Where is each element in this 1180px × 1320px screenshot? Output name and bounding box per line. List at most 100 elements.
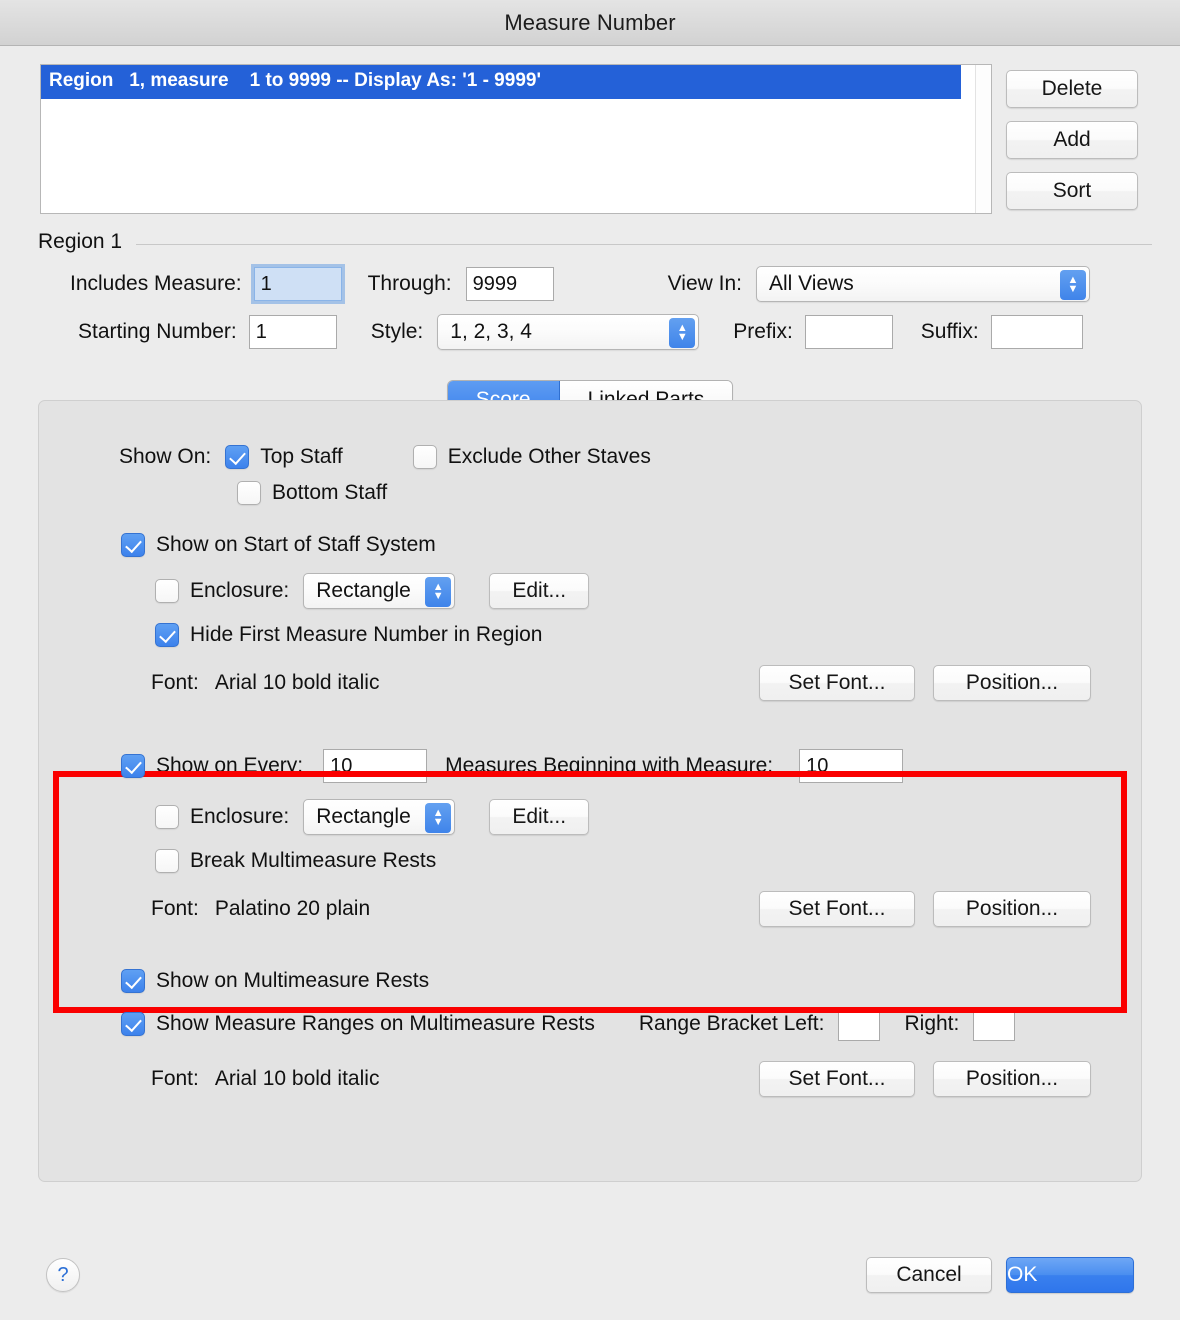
style-value: 1, 2, 3, 4 bbox=[450, 320, 532, 343]
view-in-value: All Views bbox=[768, 272, 854, 295]
hide-first-measure-row: Hide First Measure Number in Region bbox=[39, 623, 1141, 647]
range-bracket-right-input[interactable] bbox=[973, 1007, 1016, 1041]
multimeasure-font-value: Arial 10 bold italic bbox=[214, 1067, 380, 1090]
show-on-every-input[interactable]: 10 bbox=[323, 749, 428, 783]
chevron-updown-icon[interactable]: ▲ ▼ bbox=[1059, 270, 1086, 300]
score-settings-panel: Show On: Top Staff Exclude Other Staves … bbox=[38, 400, 1142, 1182]
checkbox-show-on-multimeasure-rests[interactable] bbox=[121, 969, 145, 993]
add-button[interactable]: Add bbox=[1006, 121, 1138, 159]
region-group-label: Region 1 bbox=[38, 230, 123, 253]
prefix-input[interactable] bbox=[804, 315, 893, 349]
region-row-2: Starting Number: 1 Style: 1, 2, 3, 4 ▲ ▼ … bbox=[0, 314, 1180, 350]
region-row-1: Includes Measure: 1 Through: 9999 View I… bbox=[0, 264, 1180, 304]
help-icon[interactable]: ? bbox=[46, 1258, 80, 1292]
edit-enclosure-every-button[interactable]: Edit... bbox=[489, 799, 590, 835]
through-input[interactable]: 9999 bbox=[465, 267, 554, 301]
every-font-label: Font: bbox=[151, 897, 199, 920]
every-enclosure-row: Enclosure: Rectangle ▲ ▼ Edit... bbox=[39, 799, 1141, 835]
show-measure-ranges-label: Show Measure Ranges on Multimeasure Rest… bbox=[156, 1012, 595, 1035]
starting-number-input[interactable]: 1 bbox=[248, 315, 337, 349]
sort-button[interactable]: Sort bbox=[1006, 172, 1138, 210]
region-listbox[interactable]: Region 1, measure 1 to 9999 -- Display A… bbox=[40, 64, 992, 214]
checkbox-enclosure-start[interactable] bbox=[155, 579, 179, 603]
checkbox-bottom-staff[interactable] bbox=[237, 481, 261, 505]
start-font-value: Arial 10 bold italic bbox=[214, 671, 380, 694]
range-bracket-right-label: Right: bbox=[904, 1012, 960, 1035]
dialog-footer: ? Cancel OK bbox=[0, 1230, 1180, 1320]
show-on-multimeasure-label: Show on Multimeasure Rests bbox=[156, 969, 430, 992]
top-staff-label: Top Staff bbox=[260, 445, 343, 468]
range-bracket-left-input[interactable] bbox=[838, 1007, 881, 1041]
enclosure-start-select[interactable]: Rectangle ▲ ▼ bbox=[303, 573, 456, 609]
chevron-updown-icon[interactable]: ▲ ▼ bbox=[425, 803, 452, 833]
group-divider bbox=[136, 243, 1152, 245]
every-font-row: Font: Palatino 20 plain Set Font... Posi… bbox=[39, 891, 1141, 927]
bottom-staff-label: Bottom Staff bbox=[272, 481, 388, 504]
edit-enclosure-start-button[interactable]: Edit... bbox=[489, 573, 590, 609]
measure-number-dialog: Measure Number Region 1, measure 1 to 99… bbox=[0, 0, 1180, 1320]
show-on-every-row: Show on Every: 10 Measures Beginning wit… bbox=[39, 749, 1141, 783]
start-font-row: Font: Arial 10 bold italic Set Font... P… bbox=[39, 665, 1141, 701]
position-every-button[interactable]: Position... bbox=[933, 891, 1091, 927]
checkbox-top-staff[interactable] bbox=[225, 445, 250, 469]
checkbox-break-multimeasure-rests[interactable] bbox=[155, 849, 179, 873]
style-label: Style: bbox=[370, 320, 424, 343]
enclosure-every-select[interactable]: Rectangle ▲ ▼ bbox=[303, 799, 456, 835]
show-on-multimeasure-row: Show on Multimeasure Rests bbox=[39, 969, 1141, 993]
bottom-staff-row: Bottom Staff bbox=[39, 481, 1141, 505]
suffix-input[interactable] bbox=[990, 315, 1083, 349]
range-bracket-left-label: Range Bracket Left: bbox=[638, 1012, 825, 1035]
suffix-label: Suffix: bbox=[920, 320, 979, 343]
start-font-label: Font: bbox=[151, 671, 199, 694]
view-in-label: View In: bbox=[667, 272, 742, 295]
start-of-staff-system-row: Show on Start of Staff System bbox=[39, 533, 1141, 557]
checkbox-show-on-every[interactable] bbox=[121, 754, 145, 778]
window-titlebar: Measure Number bbox=[0, 0, 1180, 46]
position-multimeasure-button[interactable]: Position... bbox=[933, 1061, 1091, 1097]
exclude-other-staves-label: Exclude Other Staves bbox=[447, 445, 651, 468]
window-title: Measure Number bbox=[504, 9, 676, 35]
footer-buttons: Cancel OK bbox=[866, 1257, 1134, 1293]
enclosure-start-label: Enclosure: bbox=[190, 579, 290, 602]
view-in-select[interactable]: All Views ▲ ▼ bbox=[755, 266, 1090, 302]
enclosure-every-value: Rectangle bbox=[316, 805, 411, 828]
checkbox-exclude-other-staves[interactable] bbox=[412, 445, 437, 469]
beginning-with-measure-input[interactable]: 10 bbox=[799, 749, 904, 783]
region-list-buttons: Delete Add Sort bbox=[1006, 64, 1138, 210]
break-multimeasure-label: Break Multimeasure Rests bbox=[190, 849, 437, 872]
checkbox-enclosure-every[interactable] bbox=[155, 805, 179, 829]
list-item[interactable]: Region 1, measure 1 to 9999 -- Display A… bbox=[41, 65, 961, 99]
show-ranges-row: Show Measure Ranges on Multimeasure Rest… bbox=[39, 1007, 1141, 1041]
set-font-multimeasure-button[interactable]: Set Font... bbox=[759, 1061, 915, 1097]
includes-measure-input[interactable]: 1 bbox=[250, 264, 345, 304]
checkbox-show-measure-ranges[interactable] bbox=[121, 1012, 145, 1036]
break-multimeasure-row: Break Multimeasure Rests bbox=[39, 849, 1141, 873]
region-list-row: Region 1, measure 1 to 9999 -- Display A… bbox=[0, 46, 1180, 214]
starting-number-label: Starting Number: bbox=[78, 320, 237, 343]
enclosure-start-value: Rectangle bbox=[316, 579, 411, 602]
show-on-every-label: Show on Every: bbox=[156, 754, 304, 777]
set-font-start-button[interactable]: Set Font... bbox=[759, 665, 915, 701]
measures-beginning-label: Measures Beginning with Measure: bbox=[445, 754, 774, 777]
show-on-row: Show On: Top Staff Exclude Other Staves bbox=[39, 445, 1141, 469]
delete-button[interactable]: Delete bbox=[1006, 70, 1138, 108]
prefix-label: Prefix: bbox=[733, 320, 793, 343]
multimeasure-font-row: Font: Arial 10 bold italic Set Font... P… bbox=[39, 1061, 1141, 1097]
show-on-label: Show On: bbox=[119, 445, 212, 468]
set-font-every-button[interactable]: Set Font... bbox=[759, 891, 915, 927]
chevron-updown-icon[interactable]: ▲ ▼ bbox=[425, 577, 452, 607]
chevron-updown-icon[interactable]: ▲ ▼ bbox=[669, 318, 696, 348]
style-select[interactable]: 1, 2, 3, 4 ▲ ▼ bbox=[437, 314, 700, 350]
ok-button[interactable]: OK bbox=[1006, 1257, 1134, 1293]
every-font-value: Palatino 20 plain bbox=[214, 897, 371, 920]
start-enclosure-row: Enclosure: Rectangle ▲ ▼ Edit... bbox=[39, 573, 1141, 609]
multimeasure-font-label: Font: bbox=[151, 1067, 199, 1090]
checkbox-hide-first-measure-number[interactable] bbox=[155, 623, 179, 647]
start-of-staff-system-label: Show on Start of Staff System bbox=[156, 533, 436, 556]
checkbox-show-on-start-of-staff-system[interactable] bbox=[121, 533, 145, 557]
cancel-button[interactable]: Cancel bbox=[866, 1257, 992, 1293]
position-start-button[interactable]: Position... bbox=[933, 665, 1091, 701]
through-label: Through: bbox=[367, 272, 452, 295]
listbox-scrollbar[interactable] bbox=[975, 65, 991, 213]
includes-measure-label: Includes Measure: bbox=[70, 272, 242, 295]
